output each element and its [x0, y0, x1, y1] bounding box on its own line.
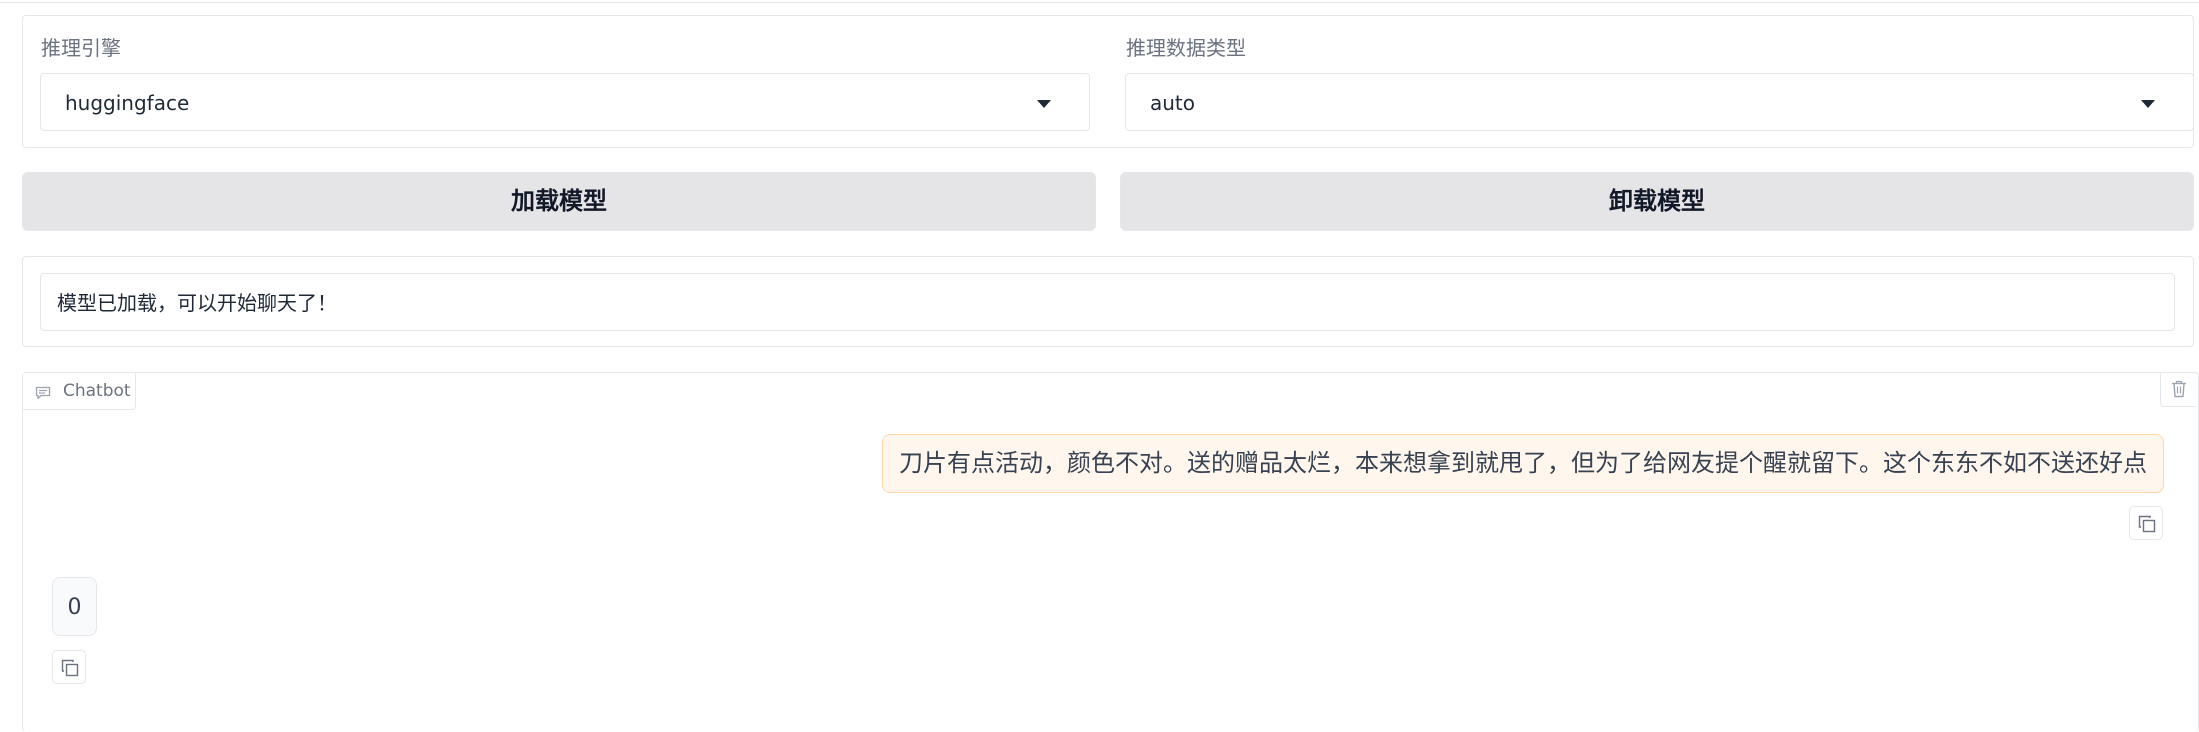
chat-bubble-icon [35, 385, 51, 405]
chatbot-tab: Chatbot [23, 373, 136, 410]
unload-model-button[interactable]: 卸载模型 [1120, 172, 2194, 231]
dtype-selected-value: auto [1150, 91, 1196, 115]
engine-label: 推理引擎 [41, 36, 121, 60]
status-text: 模型已加载，可以开始聊天了！ [57, 291, 337, 315]
engine-selected-value: huggingface [65, 91, 190, 115]
top-divider [0, 0, 2199, 3]
copy-assistant-message-button[interactable] [52, 650, 86, 684]
dtype-label: 推理数据类型 [1126, 36, 1246, 60]
load-model-button[interactable]: 加载模型 [22, 172, 1096, 231]
copy-icon [2138, 515, 2156, 533]
chevron-down-icon [2141, 100, 2155, 108]
clear-chat-button[interactable] [2160, 373, 2196, 407]
chevron-down-icon [1037, 100, 1051, 108]
dtype-dropdown[interactable]: auto [1125, 73, 2194, 131]
engine-dropdown[interactable]: huggingface [40, 73, 1090, 131]
assistant-message-bubble: 0 [52, 577, 97, 636]
chatbot-tab-label: Chatbot [63, 381, 131, 401]
copy-user-message-button[interactable] [2129, 506, 2163, 540]
copy-icon [61, 659, 79, 677]
user-message-bubble: 刀片有点活动，颜色不对。送的赠品太烂，本来想拿到就甩了，但为了给网友提个醒就留下… [882, 434, 2164, 493]
status-textbox: 模型已加载，可以开始聊天了！ [40, 273, 2175, 331]
trash-icon [2172, 380, 2186, 398]
chatbot-panel [22, 372, 2199, 732]
